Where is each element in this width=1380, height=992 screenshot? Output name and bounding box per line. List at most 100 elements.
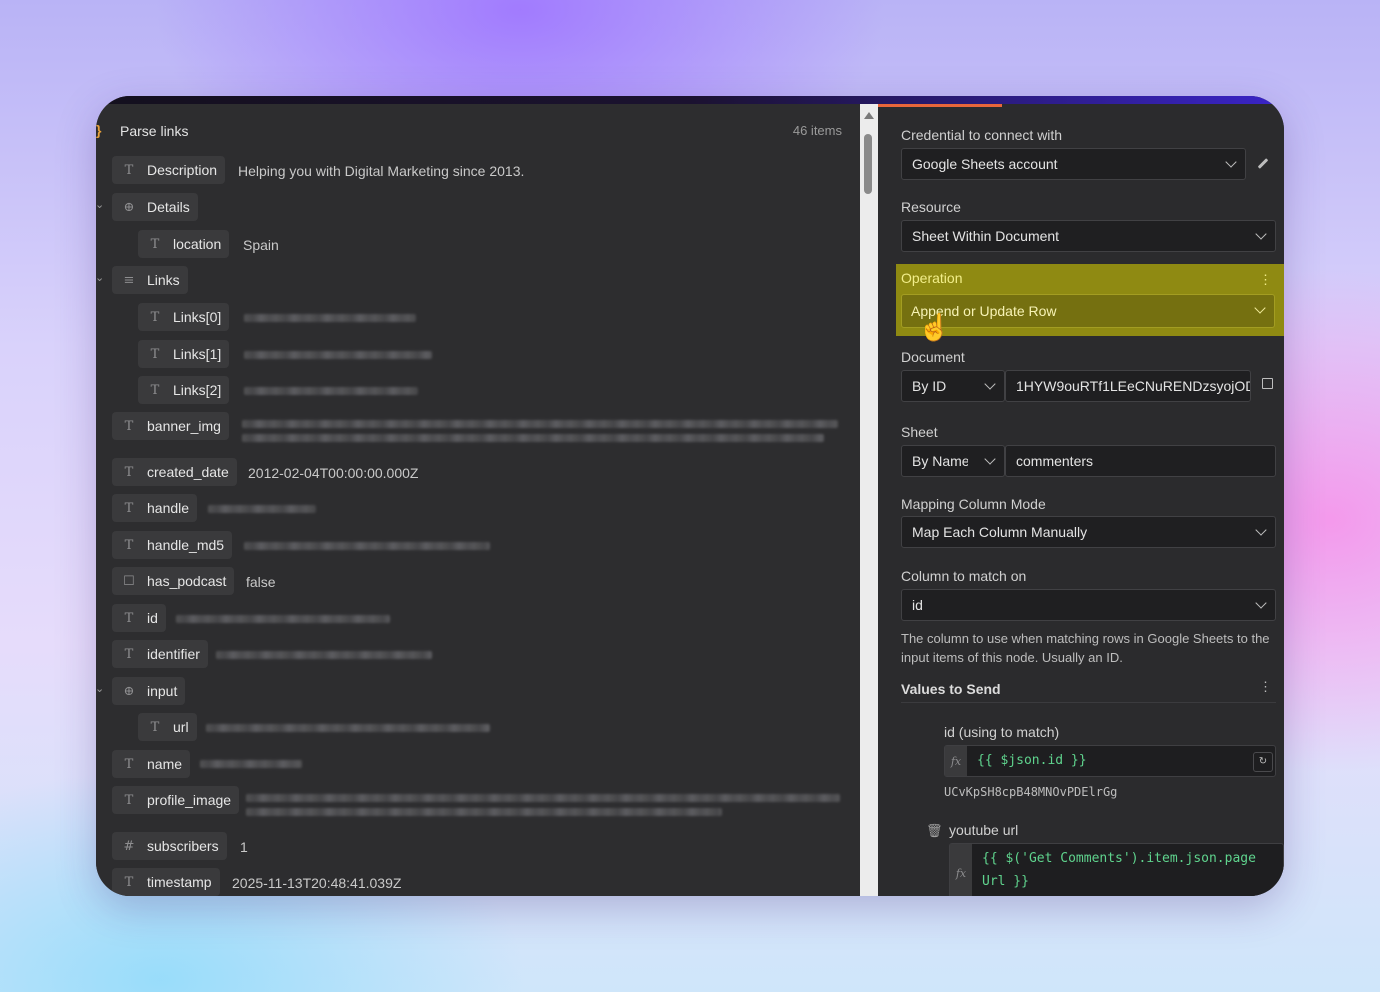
field-row: T Description Helping you with Digital M… — [96, 156, 846, 184]
chevron-down-icon[interactable]: ⌄ — [96, 198, 104, 211]
trash-icon[interactable]: 🗑 — [926, 823, 943, 839]
kebab-menu-icon[interactable]: ⋮ — [1259, 272, 1272, 288]
sheet-name-input[interactable]: commenters — [1005, 445, 1276, 477]
field-row: T id — [96, 604, 846, 632]
field-value: 2025-11-13T20:48:41.039Z — [232, 875, 402, 891]
chevron-down-icon — [1254, 302, 1266, 314]
text-type-icon: T — [124, 792, 134, 808]
redacted-value — [208, 505, 316, 513]
field-row: T profile_image — [96, 786, 846, 816]
field-url-label: youtube url — [949, 822, 1019, 838]
text-type-icon: T — [124, 418, 134, 434]
field-chip[interactable]: T handle_md5 — [112, 531, 233, 559]
field-chip[interactable]: T banner_img — [112, 412, 229, 440]
field-chip[interactable]: T timestamp — [112, 868, 220, 896]
app-window: } Parse links 46 items T Description Hel… — [96, 96, 1284, 896]
text-type-icon: T — [124, 162, 134, 178]
field-row: T handle_md5 — [96, 531, 846, 559]
field-row: # subscribers 1 — [96, 832, 846, 860]
item-count: 46 items — [792, 123, 842, 138]
mapping-mode-select[interactable]: Map Each Column Manually — [901, 516, 1276, 548]
operation-label: Operation — [901, 270, 963, 286]
chevron-down-icon — [1255, 524, 1267, 536]
field-chip[interactable]: T identifier — [112, 640, 208, 668]
field-chip[interactable]: ⊕ Details — [112, 193, 198, 221]
redacted-value — [244, 351, 432, 359]
object-type-icon: ⊕ — [123, 683, 135, 699]
field-chip[interactable]: # subscribers — [112, 832, 227, 860]
operation-select[interactable]: Append or Update Row — [901, 294, 1275, 328]
scrollbar[interactable] — [860, 104, 878, 896]
match-column-select[interactable]: id — [901, 589, 1276, 621]
field-chip[interactable]: T Links[2] — [138, 376, 230, 404]
scroll-up-arrow-icon[interactable] — [864, 112, 874, 119]
panel-header: } Parse links 46 items — [96, 118, 860, 148]
field-chip[interactable]: T Links[0] — [138, 303, 230, 331]
object-type-icon: ⊕ — [123, 199, 135, 215]
input-data-panel: } Parse links 46 items T Description Hel… — [96, 104, 860, 896]
kebab-menu-icon[interactable]: ⋮ — [1259, 679, 1272, 695]
field-chip[interactable]: T id — [112, 604, 166, 632]
document-mode-select[interactable]: By ID — [901, 370, 1005, 402]
field-row: T handle — [96, 494, 846, 522]
field-chip[interactable]: T profile_image — [112, 786, 240, 814]
field-id-expression[interactable]: fx {{ $json.id }} ↻ — [944, 745, 1276, 777]
top-bar — [96, 96, 1284, 104]
field-chip[interactable]: T location — [138, 230, 230, 258]
text-type-icon: T — [150, 382, 160, 398]
field-row: T name — [96, 750, 846, 778]
redacted-value — [200, 760, 302, 768]
field-row: T created_date 2012-02-04T00:00:00.000Z — [96, 458, 846, 486]
chevron-down-icon[interactable]: ⌄ — [96, 682, 104, 695]
match-column-hint: The column to use when matching rows in … — [901, 631, 1270, 665]
redacted-value — [244, 314, 416, 322]
field-value: 1 — [240, 839, 248, 855]
node-title: Parse links — [120, 123, 189, 139]
external-link-icon[interactable] — [1262, 378, 1273, 389]
field-row: ⌄ ≡ Links — [96, 266, 846, 294]
redacted-value — [216, 651, 432, 659]
text-type-icon: T — [124, 874, 134, 890]
active-tab-indicator — [878, 104, 1002, 107]
field-value: false — [246, 574, 276, 590]
chevron-down-icon — [984, 453, 996, 465]
field-value: Spain — [243, 237, 279, 253]
field-chip[interactable]: T url — [138, 713, 197, 741]
field-chip[interactable]: T Links[1] — [138, 340, 230, 368]
text-type-icon: T — [124, 646, 134, 662]
resource-select[interactable]: Sheet Within Document — [901, 220, 1276, 252]
values-to-send-label: Values to Send — [901, 681, 1001, 697]
sheet-mode-select[interactable]: By Name — [901, 445, 1005, 477]
scrollbar-thumb[interactable] — [864, 134, 872, 194]
mapping-mode-label: Mapping Column Mode — [901, 496, 1046, 512]
node-parameters-panel: Credential to connect with Google Sheets… — [878, 104, 1284, 896]
redacted-value — [246, 808, 722, 816]
redacted-value — [244, 387, 418, 395]
expand-icon[interactable]: ↻ — [1253, 752, 1273, 772]
field-chip[interactable]: T Description — [112, 156, 226, 184]
field-row: T url — [96, 713, 846, 741]
field-chip[interactable]: T created_date — [112, 458, 237, 486]
field-id-result: UCvKpSH8cpB48MNOvPDElrGg — [944, 785, 1118, 799]
field-chip[interactable]: ☐ has_podcast — [112, 567, 235, 595]
field-value: 2012-02-04T00:00:00.000Z — [248, 465, 419, 481]
edit-pencil-icon[interactable] — [1257, 158, 1269, 169]
field-id-label: id (using to match) — [944, 724, 1060, 740]
divider — [901, 702, 1276, 703]
code-node-icon: } — [96, 122, 102, 138]
boolean-type-icon: ☐ — [123, 573, 135, 589]
field-row: T identifier — [96, 640, 846, 668]
resource-label: Resource — [901, 199, 961, 215]
document-id-input[interactable]: 1HYW9ouRTf1LEeCNuRENDzsyojOD — [1005, 370, 1251, 402]
operation-highlight: Operation ⋮ Append or Update Row — [896, 264, 1284, 336]
field-url-expression[interactable]: fx {{ $('Get Comments').item.json.page U… — [949, 843, 1284, 896]
field-chip[interactable]: ⊕ input — [112, 677, 186, 705]
text-type-icon: T — [150, 346, 160, 362]
chevron-down-icon[interactable]: ⌄ — [96, 271, 104, 284]
field-chip[interactable]: T handle — [112, 494, 198, 522]
text-type-icon: T — [150, 719, 160, 735]
field-chip[interactable]: ≡ Links — [112, 266, 188, 294]
credential-select[interactable]: Google Sheets account — [901, 148, 1246, 180]
field-chip[interactable]: T name — [112, 750, 191, 778]
redacted-value — [242, 420, 838, 428]
